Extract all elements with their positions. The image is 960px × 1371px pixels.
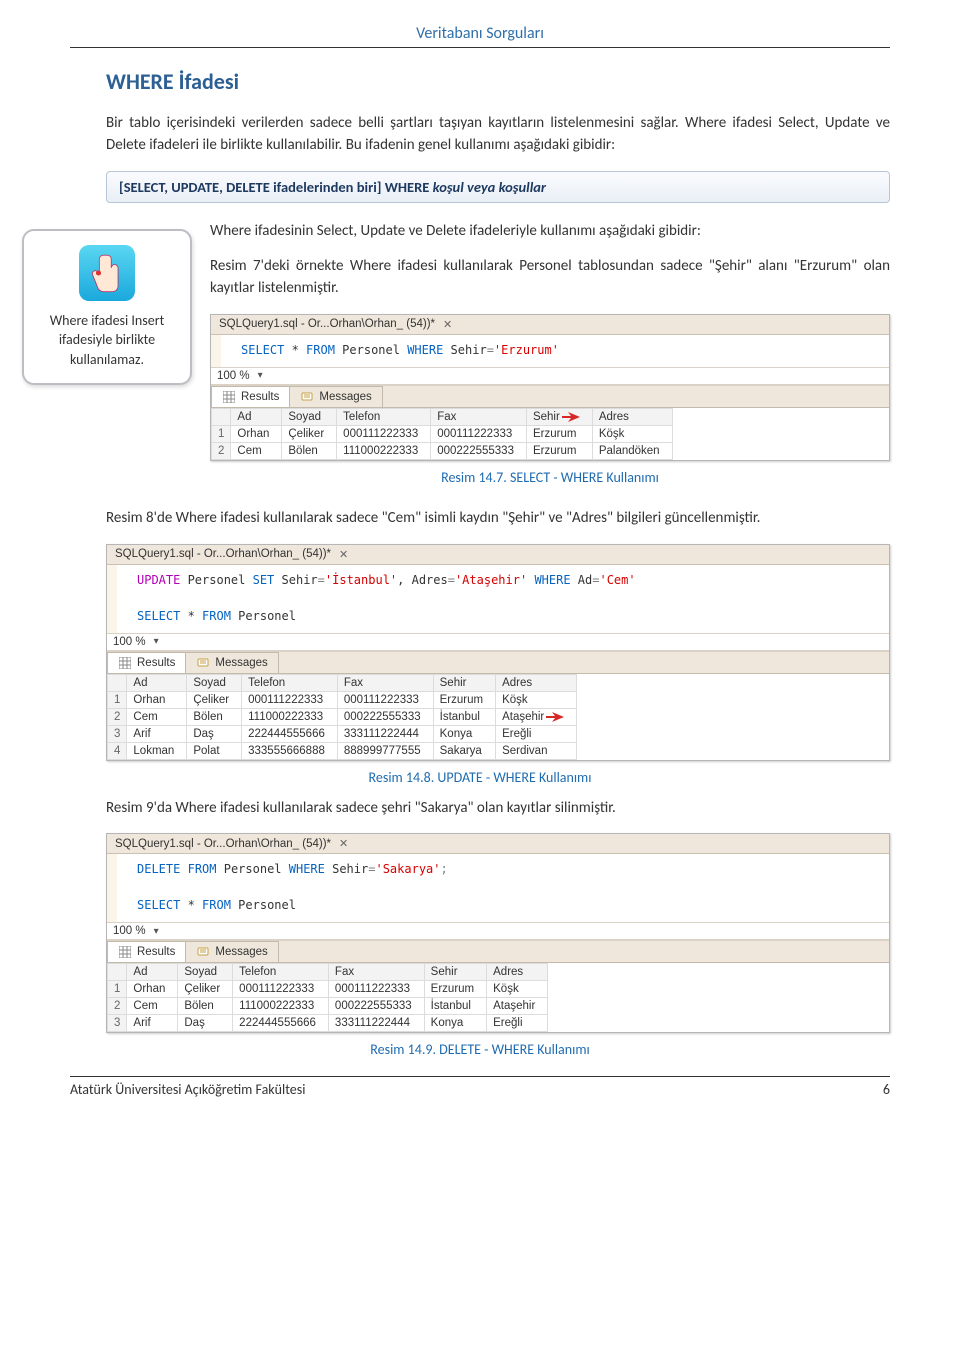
column-header: Adres [487,964,548,981]
column-header: Soyad [282,408,337,425]
tab-results[interactable]: Results [107,652,186,673]
red-arrow-icon [546,711,564,723]
tab-messages-label: Messages [319,391,371,403]
tab-messages[interactable]: Messages [185,652,278,673]
footer-institution: Atatürk Üniversitesi Açıköğretim Fakülte… [70,1081,305,1098]
column-header: Fax [328,964,424,981]
column-header: Ad [231,408,282,425]
messages-icon [196,656,210,670]
column-header: Sehir [526,408,592,425]
query-tab-label: SQLQuery1.sql - Or...Orhan\Orhan_ (54))* [115,548,331,560]
chevron-down-icon[interactable]: ▾ [154,636,159,647]
results-tabs: Results Messages [107,940,889,962]
table-row: 2CemBölen111000222333000222555333İstanbu… [108,708,577,725]
table-row: 3ArifDaş222444555666333111222444KonyaEre… [108,1015,548,1032]
pointer-icon [79,245,135,301]
query-tab[interactable]: SQLQuery1.sql - Or...Orhan\Orhan_ (54))*… [107,834,889,854]
close-icon[interactable]: ✕ [441,318,454,331]
grid-icon [222,390,236,404]
paragraph-intro: Bir tablo içerisindeki verilerden sadece… [106,113,890,157]
paragraph-resim7: Resim 7'deki örnekte Where ifadesi kulla… [210,256,890,300]
running-header: Veritabanı Sorguları [70,24,890,43]
column-header: Adres [592,408,672,425]
section-title: WHERE İfadesi [106,68,890,95]
footer-page-number: 6 [883,1081,890,1098]
table-row: 1OrhanÇeliker000111222333000111222333Erz… [108,691,577,708]
tab-results-label: Results [137,657,175,669]
sql-screenshot-3: SQLQuery1.sql - Or...Orhan\Orhan_ (54))*… [106,833,890,1033]
caption-14-8: Resim 14.8. UPDATE - WHERE Kullanımı [70,769,890,786]
column-header: Fax [337,674,433,691]
column-header: Telefon [233,964,329,981]
column-header: Adres [496,674,577,691]
header-rule [70,47,890,48]
tab-messages[interactable]: Messages [289,386,382,407]
chevron-down-icon[interactable]: ▾ [154,926,159,937]
query-tab-label: SQLQuery1.sql - Or...Orhan\Orhan_ (54))* [115,838,331,850]
table-row: 2CemBölen111000222333000222555333Erzurum… [212,442,673,459]
column-header: Sehir [424,964,486,981]
table-row: 1OrhanÇeliker000111222333000111222333Erz… [108,981,548,998]
results-grid: AdSoyadTelefonFaxSehirAdres1OrhanÇeliker… [107,673,889,760]
sql-screenshot-1: SQLQuery1.sql - Or...Orhan\Orhan_ (54))*… [210,314,890,461]
table-row: 1OrhanÇeliker000111222333000111222333Erz… [212,425,673,442]
callout-box: Where ifadesi Insert ifadesiyle birlikte… [22,229,192,386]
messages-icon [300,390,314,404]
caption-14-7: Resim 14.7. SELECT - WHERE Kullanımı [210,469,890,486]
tab-results-label: Results [137,946,175,958]
results-grid: AdSoyadTelefonFaxSehirAdres1OrhanÇeliker… [107,962,889,1032]
column-header: Soyad [187,674,242,691]
caption-14-9: Resim 14.9. DELETE - WHERE Kullanımı [70,1041,890,1058]
zoom-bar[interactable]: 100 % ▾ [211,367,889,385]
zoom-level: 100 % [217,370,250,382]
zoom-level: 100 % [113,925,146,937]
page-footer: Atatürk Üniversitesi Açıköğretim Fakülte… [70,1076,890,1098]
red-arrow-icon [562,411,580,423]
chevron-down-icon[interactable]: ▾ [258,370,263,381]
sql-editor[interactable]: SELECT * FROM Personel WHERE Sehir='Erzu… [211,335,889,367]
results-tabs: Results Messages [107,651,889,673]
column-header: Soyad [178,964,233,981]
column-header: Telefon [242,674,338,691]
paragraph-resim9: Resim 9'da Where ifadesi kullanılarak sa… [106,798,890,820]
column-header: Ad [127,674,187,691]
sql-editor[interactable]: DELETE FROM Personel WHERE Sehir='Sakary… [107,854,889,922]
grid-icon [118,656,132,670]
tab-results[interactable]: Results [211,386,290,407]
close-icon[interactable]: ✕ [337,837,350,850]
zoom-bar[interactable]: 100 % ▾ [107,922,889,940]
table-row: 3ArifDaş222444555666333111222444KonyaEre… [108,725,577,742]
close-icon[interactable]: ✕ [337,548,350,561]
column-header: Telefon [337,408,431,425]
messages-icon [196,945,210,959]
paragraph-resim8: Resim 8'de Where ifadesi kullanılarak sa… [106,508,890,530]
paragraph-usage-intro: Where ifadesinin Select, Update ve Delet… [210,221,890,243]
zoom-level: 100 % [113,636,146,648]
tab-results[interactable]: Results [107,941,186,962]
syntax-italic: koşul veya koşullar [433,178,546,196]
column-header: Fax [431,408,527,425]
syntax-box: [SELECT, UPDATE, DELETE ifadelerinden bi… [106,171,890,203]
tab-messages-label: Messages [215,657,267,669]
column-header: Ad [127,964,178,981]
sql-editor[interactable]: UPDATE Personel SET Sehir='İstanbul', Ad… [107,565,889,633]
syntax-prefix: [SELECT, UPDATE, DELETE ifadelerinden bi… [119,178,433,196]
results-tabs: Results Messages [211,385,889,407]
grid-icon [118,945,132,959]
table-row: 2CemBölen111000222333000222555333İstanbu… [108,998,548,1015]
zoom-bar[interactable]: 100 % ▾ [107,633,889,651]
tab-messages[interactable]: Messages [185,941,278,962]
query-tab[interactable]: SQLQuery1.sql - Or...Orhan\Orhan_ (54))*… [211,315,889,335]
callout-text: Where ifadesi Insert ifadesiyle birlikte… [34,311,180,370]
tab-results-label: Results [241,391,279,403]
results-grid: AdSoyadTelefonFaxSehirAdres1OrhanÇeliker… [211,407,889,460]
query-tab[interactable]: SQLQuery1.sql - Or...Orhan\Orhan_ (54))*… [107,545,889,565]
sql-screenshot-2: SQLQuery1.sql - Or...Orhan\Orhan_ (54))*… [106,544,890,761]
table-row: 4LokmanPolat333555666888888999777555Saka… [108,742,577,759]
column-header: Sehir [433,674,495,691]
query-tab-label: SQLQuery1.sql - Or...Orhan\Orhan_ (54))* [219,318,435,330]
tab-messages-label: Messages [215,946,267,958]
